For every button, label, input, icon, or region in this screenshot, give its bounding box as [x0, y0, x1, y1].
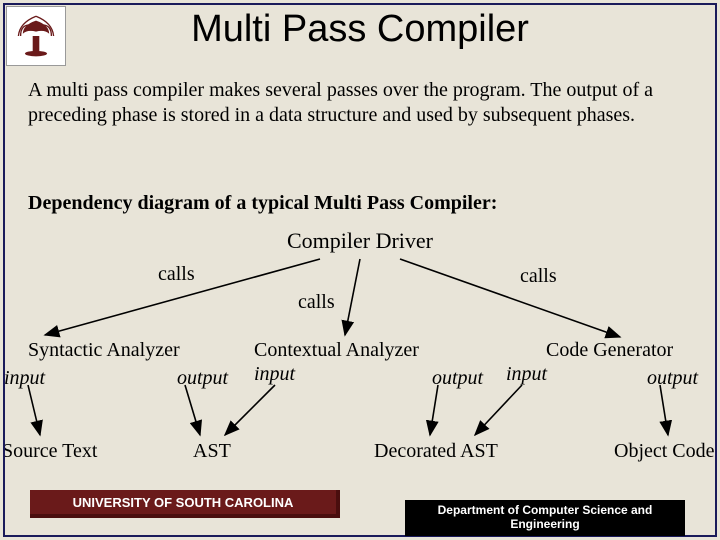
input1-label: input [4, 367, 45, 390]
body-paragraph: A multi pass compiler makes several pass… [28, 78, 692, 128]
diagram-heading: Dependency diagram of a typical Multi Pa… [28, 192, 497, 215]
source-text-label: Source Text [2, 440, 97, 463]
diagram-arrows [0, 255, 720, 480]
output1-label: output [177, 367, 228, 390]
input2-label: input [254, 363, 295, 386]
calls-mid-label: calls [298, 291, 335, 314]
footer-university: UNIVERSITY OF SOUTH CAROLINA [30, 490, 340, 518]
calls-right-label: calls [520, 265, 557, 288]
ast-label: AST [193, 440, 231, 463]
contextual-analyzer-label: Contextual Analyzer [254, 339, 419, 362]
crest-icon [14, 14, 58, 58]
university-logo [6, 6, 66, 66]
input3-label: input [506, 363, 547, 386]
syntactic-analyzer-label: Syntactic Analyzer [28, 339, 180, 362]
code-generator-label: Code Generator [546, 339, 673, 362]
object-code-label: Object Code [614, 440, 715, 463]
output2-label: output [432, 367, 483, 390]
footer-department: Department of Computer Science and Engin… [405, 500, 685, 536]
calls-left-label: calls [158, 263, 195, 286]
output3-label: output [647, 367, 698, 390]
decorated-ast-label: Decorated AST [374, 440, 498, 463]
compiler-driver-label: Compiler Driver [0, 228, 720, 254]
dependency-diagram: calls calls calls Syntactic Analyzer Con… [0, 255, 720, 480]
slide-title: Multi Pass Compiler [0, 8, 720, 51]
